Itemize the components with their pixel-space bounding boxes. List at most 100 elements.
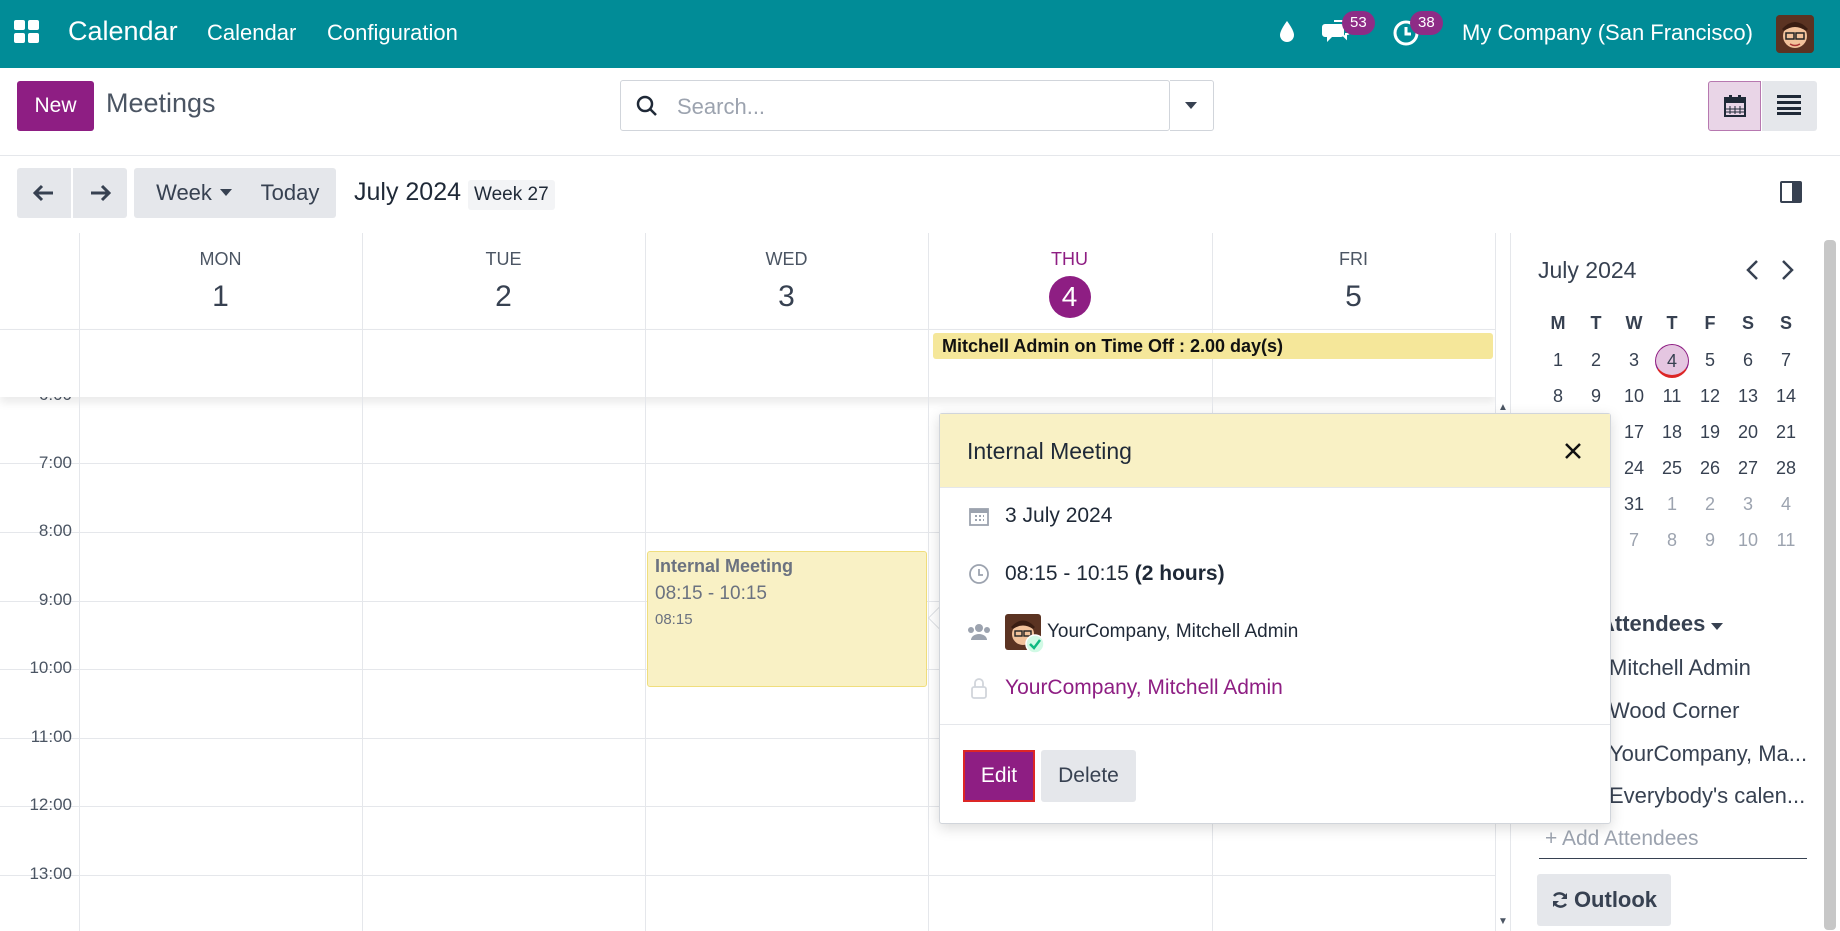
outlook-sync-button[interactable]: Outlook [1537,874,1671,926]
mini-day[interactable]: 17 [1615,422,1653,452]
search-input[interactable]: Search... [620,80,1170,131]
mini-day[interactable]: 3 [1615,350,1653,380]
top-navbar: Calendar Calendar Configuration 53 38 My… [0,0,1840,68]
edit-button[interactable]: Edit [963,750,1035,802]
weekday-label: M [1550,313,1566,333]
weekday-label: T [1590,313,1602,333]
mini-day[interactable]: 3 [1729,494,1767,524]
scroll-up-arrow[interactable]: ▲ [1498,402,1508,413]
close-icon[interactable] [1562,440,1584,462]
calendar-view-button[interactable] [1708,81,1761,131]
mini-day[interactable]: 6 [1729,350,1767,380]
mini-day[interactable]: 27 [1729,458,1767,488]
mini-day[interactable]: 20 [1729,422,1767,452]
mini-day[interactable]: 28 [1767,458,1805,488]
filter-item[interactable]: YourCompany, Ma... [1609,741,1807,767]
mini-day[interactable]: 12 [1691,386,1729,416]
weekday-label: T [1666,313,1678,333]
mini-day[interactable]: 4 [1767,494,1805,524]
mini-day[interactable]: 1 [1653,494,1691,524]
scroll-down-arrow[interactable]: ▼ [1498,916,1508,927]
apps-menu-icon[interactable] [14,20,42,46]
mini-day[interactable]: 7 [1615,530,1653,560]
page-title: Meetings [106,88,216,118]
filter-item[interactable]: Mitchell Admin [1609,655,1751,681]
mini-day[interactable]: 18 [1653,422,1691,452]
mini-day[interactable]: 8 [1539,386,1577,416]
day-header-fri[interactable]: FRI 5 [1212,233,1495,329]
mini-day[interactable]: 2 [1577,350,1615,380]
popover-organizer-row: YourCompany, Mitchell Admin [967,676,1283,700]
mini-day[interactable]: 11 [1653,386,1691,416]
scale-label: Week [156,180,212,205]
mini-day[interactable]: 8 [1653,530,1691,560]
list-icon [1777,95,1801,115]
mini-day[interactable]: 1 [1539,350,1577,380]
date-range-title: July 2024 [354,178,462,206]
menu-calendar[interactable]: Calendar [207,20,296,46]
time-off-event[interactable]: Mitchell Admin on Time Off : 2.00 day(s) [933,333,1493,359]
popover-duration: (2 hours) [1134,562,1225,585]
arrow-left-icon [33,184,53,202]
list-view-button[interactable] [1762,81,1817,131]
event-title: Internal Meeting [655,556,794,576]
user-avatar[interactable] [1776,15,1814,53]
mini-day[interactable]: 19 [1691,422,1729,452]
day-header-tue[interactable]: TUE 2 [362,233,645,329]
company-switcher[interactable]: My Company (San Francisco) [1462,20,1753,46]
mini-day[interactable]: 31 [1615,494,1653,524]
filter-item[interactable]: Everybody's calen... [1609,783,1805,809]
new-button[interactable]: New [17,81,94,131]
arrow-right-icon [91,184,111,202]
event-popover: Internal Meeting 3 July 2024 08:15 - 10:… [939,413,1611,824]
drop-icon[interactable] [1278,20,1296,44]
filter-item[interactable]: Wood Corner [1609,698,1739,724]
hour-label: 12:00 [29,795,72,814]
toggle-sidepanel-icon[interactable] [1780,181,1802,203]
menu-configuration[interactable]: Configuration [327,20,458,46]
mini-day[interactable]: 7 [1767,350,1805,380]
add-attendees-input[interactable]: + Add Attendees [1539,827,1807,859]
mini-day[interactable]: 24 [1615,458,1653,488]
day-header-thu[interactable]: THU 4 [928,233,1211,329]
day-name: THU [1051,249,1088,269]
day-number-today: 4 [1048,276,1091,318]
mini-day[interactable]: 21 [1767,422,1805,452]
event-start: 08:15 [655,611,693,628]
next-button[interactable] [73,168,127,218]
hour-label: 9:00 [38,590,72,609]
chevron-right-icon[interactable] [1777,257,1797,283]
day-header-wed[interactable]: WED 3 [645,233,928,329]
mini-day[interactable]: 25 [1653,458,1691,488]
today-button[interactable]: Today [244,168,336,218]
popover-organizer-link[interactable]: YourCompany, Mitchell Admin [1005,676,1283,700]
app-title[interactable]: Calendar [68,16,178,47]
hour-label: 7:00 [38,453,72,472]
mini-day[interactable]: 14 [1767,386,1805,416]
check-icon [1025,634,1045,654]
mini-day[interactable]: 9 [1691,530,1729,560]
page-scrollbar[interactable] [1824,240,1836,930]
mini-day[interactable]: 5 [1691,350,1729,380]
search-options-toggle[interactable] [1170,80,1214,131]
attendee-avatar [1005,614,1045,654]
scale-dropdown[interactable]: Week [134,168,254,218]
calendar-event[interactable]: Internal Meeting 08:15 - 10:15 08:15 [647,551,927,687]
day-header-mon[interactable]: MON 1 [79,233,362,329]
delete-button[interactable]: Delete [1041,750,1136,802]
mini-day[interactable]: 9 [1577,386,1615,416]
prev-button[interactable] [17,168,71,218]
day-number: 5 [1345,280,1362,313]
mini-day[interactable]: 10 [1615,386,1653,416]
mini-day[interactable]: 10 [1729,530,1767,560]
chevron-left-icon[interactable] [1743,257,1763,283]
popover-attendees-row: YourCompany, Mitchell Admin [967,614,1298,654]
mini-day[interactable]: 13 [1729,386,1767,416]
activities-badge: 38 [1410,11,1443,35]
mini-day[interactable]: 26 [1691,458,1729,488]
mini-day[interactable]: 2 [1691,494,1729,524]
attendees-filter-title[interactable]: Attendees [1599,611,1724,637]
mini-day[interactable]: 11 [1767,530,1805,560]
mini-day-today[interactable]: 4 [1653,344,1691,380]
popover-title: Internal Meeting [967,438,1132,464]
